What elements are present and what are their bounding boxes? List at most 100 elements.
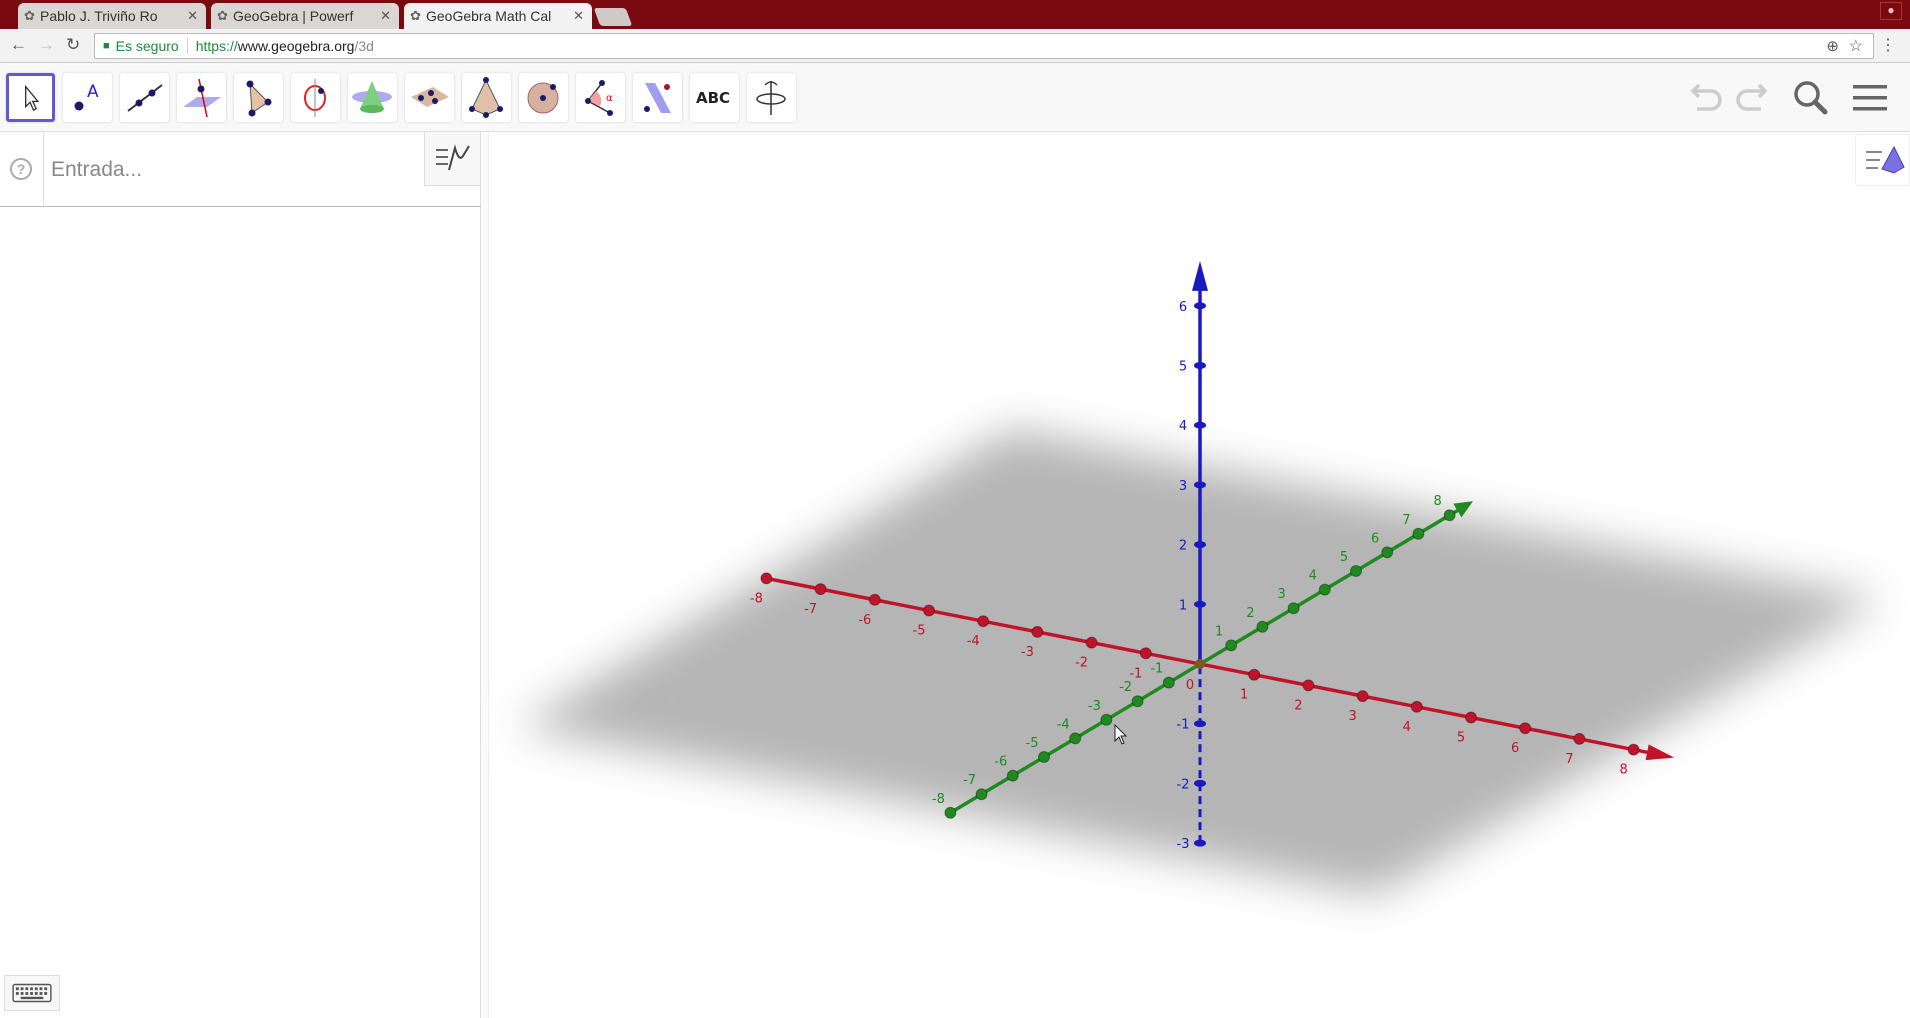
x-tick — [760, 572, 773, 585]
sphere-tool-button[interactable] — [519, 73, 568, 122]
z-tick-label: 6 — [1179, 300, 1187, 315]
y-tick-label: 2 — [1246, 606, 1254, 621]
profile-icon[interactable]: ● — [1880, 2, 1902, 20]
point-icon: A — [74, 82, 99, 111]
text-icon: ABC — [696, 89, 730, 107]
reload-icon[interactable]: ↻ — [66, 35, 80, 55]
y-tick — [1443, 509, 1456, 522]
bookmark-star-icon[interactable]: ☆ — [1849, 36, 1863, 56]
y-tick-label: -1 — [1150, 662, 1163, 677]
x-tick — [1356, 690, 1369, 703]
virtual-keyboard-button[interactable] — [4, 975, 60, 1011]
z-tick-label: 3 — [1179, 479, 1187, 494]
x-tick-label: 3 — [1348, 709, 1356, 724]
main-menu-icon[interactable] — [1850, 77, 1892, 119]
x-tick — [1302, 679, 1315, 692]
y-tick — [1225, 639, 1238, 652]
x-tick — [1085, 636, 1098, 649]
y-tick-label: 8 — [1433, 494, 1441, 509]
text-tool-button[interactable]: ABC — [690, 73, 739, 122]
move-tool-button[interactable] — [6, 73, 55, 122]
rotate-view-tool-button[interactable] — [747, 73, 796, 122]
address-bar-row: ← → ↻ ■ Es seguro https://www.geogebra.o… — [0, 29, 1910, 63]
line-icon — [127, 84, 163, 112]
search-icon[interactable] — [1790, 77, 1832, 119]
y-tick-label: -5 — [1026, 736, 1039, 751]
y-tick — [1256, 620, 1269, 633]
y-tick — [1318, 583, 1331, 596]
geogebra-favicon-icon: ✿ — [24, 8, 35, 23]
xy-plane — [518, 429, 1882, 895]
algebra-style-button[interactable] — [424, 132, 480, 186]
x-tick-label: -1 — [1129, 666, 1142, 681]
y-tick — [1287, 602, 1300, 615]
y-tick-label: -7 — [963, 773, 976, 788]
z-tick — [1194, 481, 1206, 489]
z-tick — [1194, 362, 1206, 369]
svg-text:α: α — [606, 93, 613, 104]
x-tick — [1519, 722, 1532, 735]
x-axis-arrow — [1645, 744, 1675, 761]
svg-text:A: A — [87, 82, 99, 102]
reflect-plane-tool-button[interactable] — [633, 73, 682, 122]
browser-menu-icon[interactable]: ⋮ — [1880, 35, 1896, 55]
z-tick — [1194, 839, 1206, 847]
graphics-style-button[interactable] — [1855, 134, 1910, 186]
point-tool-button[interactable]: A — [63, 73, 112, 122]
line-tool-button[interactable] — [120, 73, 169, 122]
y-tick — [1006, 769, 1019, 782]
cone-tool-button[interactable] — [348, 73, 397, 122]
y-tick — [1069, 732, 1082, 745]
origin-label: 0 — [1186, 678, 1194, 693]
z-tick-label: 5 — [1179, 360, 1187, 375]
pyramid-tool-button[interactable] — [462, 73, 511, 122]
x-tick — [1031, 625, 1044, 638]
cone-icon — [352, 81, 392, 113]
undo-icon[interactable] — [1685, 77, 1727, 119]
close-tab-icon[interactable]: ✕ — [573, 8, 584, 24]
plane-three-points-tool-button[interactable] — [405, 73, 454, 122]
reflect-plane-icon — [644, 83, 671, 113]
x-tick-label: -8 — [750, 591, 763, 606]
zoom-icon[interactable]: ⊕ — [1826, 37, 1839, 55]
pyramid-icon — [469, 77, 503, 118]
y-axis-arrow — [1453, 501, 1473, 518]
algebra-view: ? Entrada... — [0, 132, 481, 1018]
y-tick — [975, 788, 988, 801]
polygon-icon — [246, 80, 272, 117]
browser-tab[interactable]: ✿ Pablo J. Triviño Ro ✕ — [18, 3, 206, 29]
back-icon[interactable]: ← — [10, 35, 27, 55]
browser-tab[interactable]: ✿ GeoGebra | Powerf ✕ — [211, 3, 399, 29]
forward-icon[interactable]: → — [38, 35, 55, 55]
x-tick — [1465, 711, 1477, 724]
angle-tool-button[interactable]: α — [576, 73, 625, 122]
x-tick-label: 7 — [1565, 752, 1573, 767]
panel-divider[interactable] — [481, 132, 489, 1018]
new-tab-button[interactable] — [593, 8, 633, 26]
rotate-view-icon — [756, 81, 786, 115]
x-tick-label: -6 — [858, 613, 871, 628]
algebra-style-icon — [436, 144, 470, 171]
browser-tab-active[interactable]: ✿ GeoGebra Math Cal ✕ — [404, 3, 592, 29]
close-tab-icon[interactable]: ✕ — [380, 8, 391, 24]
circle-axis-tool-button[interactable] — [291, 73, 340, 122]
y-tick — [1131, 695, 1144, 708]
mouse-cursor-icon — [1114, 724, 1128, 745]
x-tick — [814, 583, 827, 596]
url-input[interactable]: ■ Es seguro https://www.geogebra.org/3d … — [94, 33, 1874, 59]
x-tick-label: 4 — [1403, 720, 1411, 735]
circle-axis-icon — [304, 79, 326, 117]
x-tick-label: 1 — [1240, 688, 1248, 703]
y-tick — [1162, 676, 1175, 689]
origin-point — [1195, 659, 1205, 669]
polygon-tool-button[interactable] — [234, 73, 283, 122]
algebra-input[interactable]: Entrada... — [43, 132, 423, 207]
geogebra-toolbar: A α ABC — [0, 63, 1910, 132]
perpendicular-line-tool-button[interactable] — [177, 73, 226, 122]
close-tab-icon[interactable]: ✕ — [187, 8, 198, 24]
algebra-input-row: ? Entrada... — [0, 132, 481, 207]
redo-icon[interactable] — [1731, 77, 1773, 119]
help-icon[interactable]: ? — [10, 158, 32, 180]
y-tick — [1381, 546, 1394, 559]
x-tick-label: -4 — [967, 634, 980, 649]
